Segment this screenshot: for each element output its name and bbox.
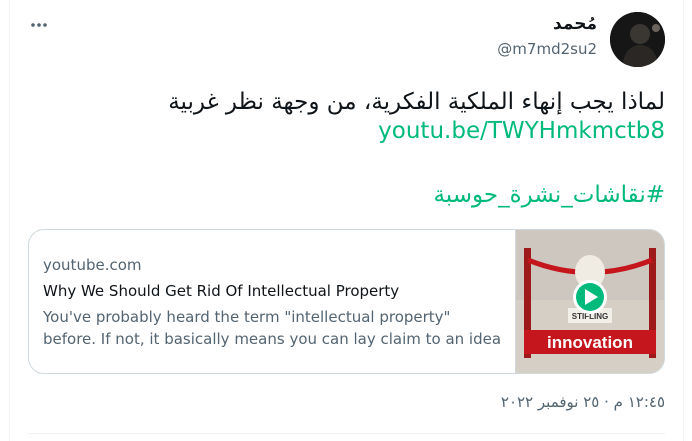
divider — [28, 433, 665, 434]
tweet-text: لماذا يجب إنهاء الملكية الفكرية، من وجهة… — [168, 89, 665, 115]
link-card-body: youtube.com Why We Should Get Rid Of Int… — [43, 256, 503, 350]
link-preview-card[interactable]: youtube.com Why We Should Get Rid Of Int… — [28, 229, 665, 374]
thumbnail-image: STIFLING innovation — [516, 230, 664, 373]
author-display-name[interactable]: مُحمد — [553, 14, 597, 34]
author-handle[interactable]: @m7md2su2 — [497, 40, 597, 58]
thumbnail-banner-text: innovation — [547, 333, 633, 352]
link-card-title: Why We Should Get Rid Of Intellectual Pr… — [43, 282, 400, 300]
link-card-domain: youtube.com — [43, 256, 142, 274]
link-card-description: You've probably heard the term "intellec… — [43, 308, 502, 348]
more-options-button[interactable] — [28, 14, 50, 36]
tweet-timestamp[interactable]: ١٢:٤٥ م · ٢٥ نوفمبر ٢٠٢٢ — [501, 393, 665, 411]
avatar-image — [610, 12, 665, 67]
tweet-link[interactable]: youtu.be/TWYHmkmctb8 — [378, 118, 665, 144]
hashtag-link[interactable]: #نقاشات_نشرة_حوسبة — [433, 182, 665, 208]
avatar[interactable] — [610, 12, 665, 67]
link-card-thumbnail[interactable]: STIFLING innovation — [515, 230, 664, 373]
tweet-container — [9, 0, 684, 441]
more-horizontal-icon — [31, 23, 47, 27]
